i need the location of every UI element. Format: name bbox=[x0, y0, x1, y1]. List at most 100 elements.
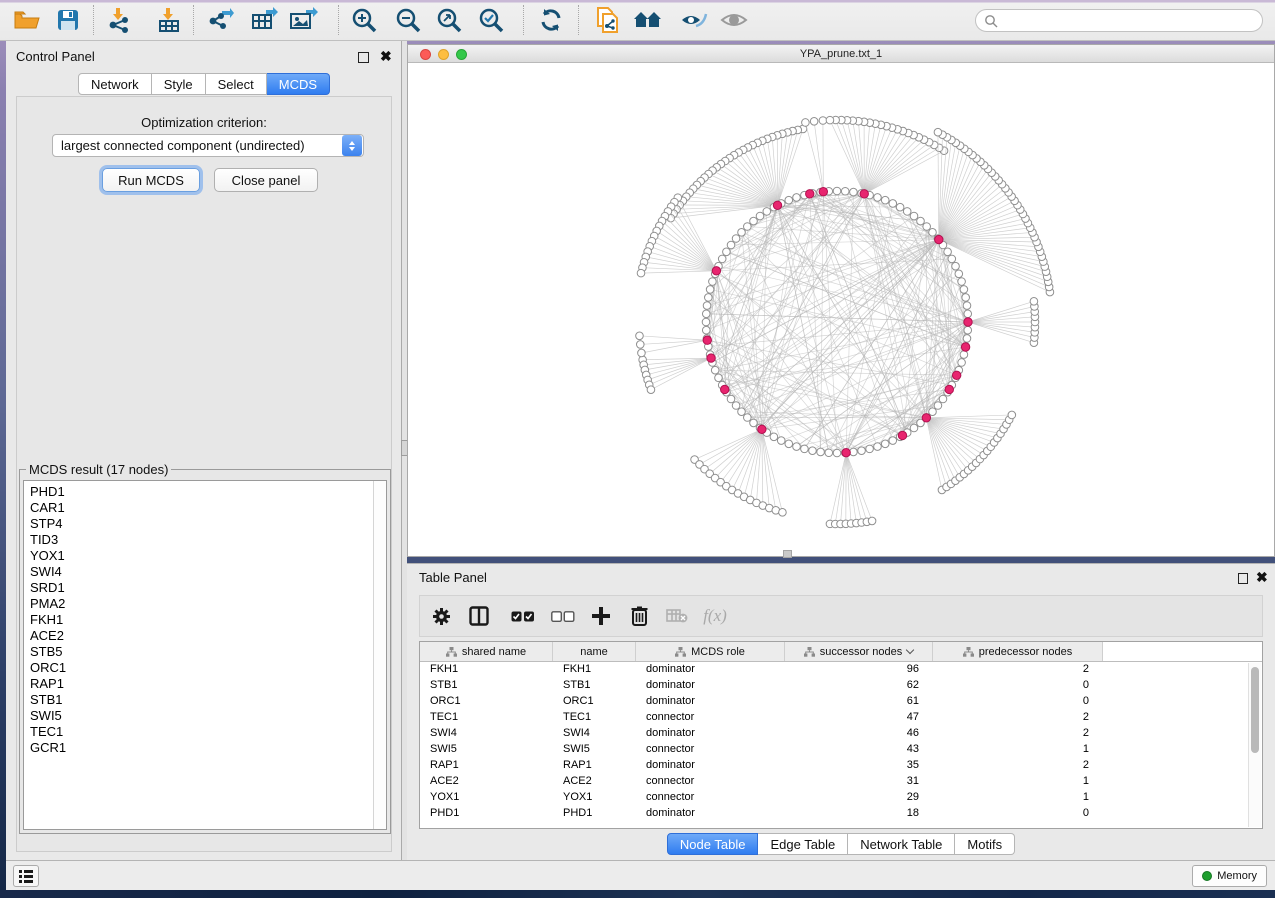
hide-visibility-icon[interactable] bbox=[675, 3, 713, 37]
mcds-result-item[interactable]: SWI4 bbox=[30, 564, 386, 580]
zoom-selected-icon[interactable] bbox=[472, 3, 510, 37]
eye-icon[interactable] bbox=[715, 3, 753, 37]
toolbar-separator bbox=[523, 5, 524, 35]
delete-table-icon[interactable] bbox=[660, 601, 694, 631]
memory-button[interactable]: Memory bbox=[1192, 865, 1267, 887]
table-row[interactable]: YOX1YOX1connector291 bbox=[420, 790, 1262, 806]
table-row[interactable]: SWI4SWI4dominator462 bbox=[420, 726, 1262, 742]
column-header-MCDS-role[interactable]: MCDS role bbox=[636, 642, 785, 661]
toolbar-separator bbox=[578, 5, 579, 35]
network-view-window: YPA_prune.txt_1 bbox=[407, 44, 1275, 557]
mcds-result-item[interactable]: YOX1 bbox=[30, 548, 386, 564]
column-header-predecessor-nodes[interactable]: predecessor nodes bbox=[933, 642, 1103, 661]
sort-descending-icon bbox=[906, 646, 914, 654]
network-window-titlebar[interactable]: YPA_prune.txt_1 bbox=[408, 45, 1274, 63]
node-table[interactable]: shared namenameMCDS rolesuccessor nodesp… bbox=[419, 641, 1263, 829]
mcds-result-item[interactable]: TEC1 bbox=[30, 724, 386, 740]
import-network-icon[interactable] bbox=[100, 3, 138, 37]
add-icon[interactable] bbox=[584, 601, 618, 631]
toolbar-separator bbox=[338, 5, 339, 35]
table-row[interactable]: SWI5SWI5connector431 bbox=[420, 742, 1262, 758]
mcds-result-item[interactable]: PHD1 bbox=[30, 484, 386, 500]
import-table-icon[interactable] bbox=[150, 3, 188, 37]
close-panel-icon[interactable]: ✖ bbox=[380, 48, 392, 65]
table-tabs: Node Table Edge Table Network Table Moti… bbox=[407, 833, 1275, 855]
export-table-icon[interactable] bbox=[245, 3, 283, 37]
mcds-result-item[interactable]: PMA2 bbox=[30, 596, 386, 612]
table-body: FKH1FKH1dominator962STB1STB1dominator620… bbox=[420, 662, 1262, 822]
deselect-all-icon[interactable] bbox=[546, 601, 580, 631]
mcds-result-item[interactable]: ACE2 bbox=[30, 628, 386, 644]
close-table-panel-icon[interactable]: ✖ bbox=[1256, 569, 1268, 586]
table-row[interactable]: PHD1PHD1dominator180 bbox=[420, 806, 1262, 822]
tab-network-table[interactable]: Network Table bbox=[848, 833, 955, 855]
hierarchy-icon bbox=[963, 647, 974, 657]
tab-node-table[interactable]: Node Table bbox=[667, 833, 759, 855]
table-row[interactable]: RAP1RAP1dominator352 bbox=[420, 758, 1262, 774]
mcds-list-scrollbar[interactable] bbox=[373, 481, 386, 829]
network-canvas[interactable] bbox=[408, 63, 1274, 556]
first-neighbors-icon[interactable] bbox=[629, 3, 667, 37]
float-panel-icon[interactable] bbox=[358, 52, 369, 63]
mcds-result-item[interactable]: GCR1 bbox=[30, 740, 386, 756]
criterion-value: largest connected component (undirected) bbox=[53, 138, 342, 153]
control-panel-title: Control Panel bbox=[16, 49, 95, 64]
table-row[interactable]: ACE2ACE2connector311 bbox=[420, 774, 1262, 790]
clone-network-icon[interactable] bbox=[589, 3, 627, 37]
desktop-wallpaper bbox=[0, 890, 1275, 898]
mcds-result-group: MCDS result (17 nodes) PHD1CAR1STP4TID3Y… bbox=[19, 462, 391, 834]
table-scrollbar[interactable] bbox=[1248, 663, 1261, 827]
search-icon bbox=[984, 14, 998, 28]
criterion-select[interactable]: largest connected component (undirected) bbox=[52, 134, 364, 157]
columns-icon[interactable] bbox=[462, 601, 496, 631]
zoom-in-icon[interactable] bbox=[345, 3, 383, 37]
task-history-button[interactable] bbox=[13, 865, 39, 887]
mcds-result-item[interactable]: FKH1 bbox=[30, 612, 386, 628]
table-row[interactable]: FKH1FKH1dominator962 bbox=[420, 662, 1262, 678]
column-header-successor-nodes[interactable]: successor nodes bbox=[785, 642, 933, 661]
mcds-result-item[interactable]: SRD1 bbox=[30, 580, 386, 596]
column-header-shared-name[interactable]: shared name bbox=[420, 642, 553, 661]
horizontal-splitter-grip[interactable] bbox=[783, 550, 792, 558]
hierarchy-icon bbox=[446, 647, 457, 657]
tab-select[interactable]: Select bbox=[206, 73, 267, 95]
float-table-panel-icon[interactable] bbox=[1238, 573, 1248, 584]
tab-mcds[interactable]: MCDS bbox=[267, 73, 330, 95]
mcds-result-item[interactable]: ORC1 bbox=[30, 660, 386, 676]
mcds-result-item[interactable]: STB5 bbox=[30, 644, 386, 660]
run-mcds-button[interactable]: Run MCDS bbox=[102, 168, 200, 192]
select-all-icon[interactable] bbox=[506, 601, 540, 631]
mcds-result-item[interactable]: STB1 bbox=[30, 692, 386, 708]
open-folder-icon[interactable] bbox=[8, 3, 46, 37]
mcds-result-item[interactable]: STP4 bbox=[30, 516, 386, 532]
column-header-filler bbox=[1103, 642, 1262, 661]
function-icon[interactable]: f(x) bbox=[698, 601, 732, 631]
mcds-result-item[interactable]: SWI5 bbox=[30, 708, 386, 724]
delete-icon[interactable] bbox=[622, 601, 656, 631]
table-row[interactable]: TEC1TEC1connector472 bbox=[420, 710, 1262, 726]
export-image-icon[interactable] bbox=[284, 3, 322, 37]
zoom-out-icon[interactable] bbox=[389, 3, 427, 37]
status-bar: Memory bbox=[6, 860, 1275, 890]
toolbar-separator bbox=[93, 5, 94, 35]
mcds-result-item[interactable]: RAP1 bbox=[30, 676, 386, 692]
column-header-name[interactable]: name bbox=[553, 642, 636, 661]
table-scrollbar-thumb[interactable] bbox=[1251, 667, 1259, 753]
table-row[interactable]: ORC1ORC1dominator610 bbox=[420, 694, 1262, 710]
table-row[interactable]: STB1STB1dominator620 bbox=[420, 678, 1262, 694]
select-stepper-icon bbox=[342, 135, 362, 156]
tab-motifs[interactable]: Motifs bbox=[955, 833, 1015, 855]
close-panel-button[interactable]: Close panel bbox=[214, 168, 318, 192]
zoom-fit-icon[interactable] bbox=[430, 3, 468, 37]
mcds-result-list[interactable]: PHD1CAR1STP4TID3YOX1SWI4SRD1PMA2FKH1ACE2… bbox=[23, 480, 387, 830]
tab-network[interactable]: Network bbox=[78, 73, 152, 95]
mcds-result-item[interactable]: CAR1 bbox=[30, 500, 386, 516]
tab-style[interactable]: Style bbox=[152, 73, 206, 95]
gear-icon[interactable] bbox=[424, 601, 458, 631]
tab-edge-table[interactable]: Edge Table bbox=[758, 833, 848, 855]
mcds-result-item[interactable]: TID3 bbox=[30, 532, 386, 548]
export-network-icon[interactable] bbox=[201, 3, 239, 37]
save-icon[interactable] bbox=[49, 3, 87, 37]
refresh-icon[interactable] bbox=[532, 3, 570, 37]
search-input[interactable] bbox=[975, 9, 1263, 32]
